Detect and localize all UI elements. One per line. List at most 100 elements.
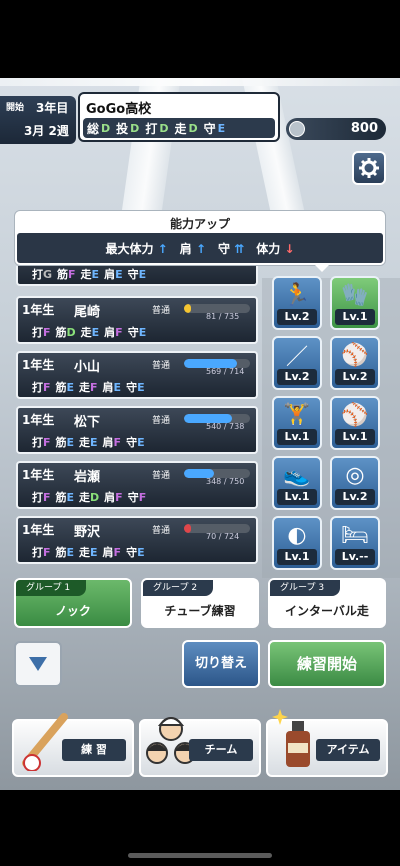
stat-value: E <box>137 436 145 449</box>
practice-button[interactable]: 👟 Lv.1 <box>272 456 322 510</box>
stat-value: D <box>159 121 169 135</box>
group-label: ノック <box>55 604 91 618</box>
stat-label: 肩 <box>104 268 116 281</box>
player-stats: 打F 筋E 走E 肩F 守E <box>32 434 150 450</box>
stat-label: 走 <box>79 436 91 449</box>
ability-label: 守 <box>218 241 231 256</box>
stat-value: E <box>91 326 100 339</box>
stamina-text: 540 / 738 <box>206 422 245 431</box>
ability-title: 能力アップ <box>169 217 230 231</box>
stat-label: 打 <box>32 546 43 559</box>
player-name: 小山 <box>74 360 101 375</box>
stat-label: 守 <box>126 381 138 394</box>
player-stats: 打G 筋F 走E 肩E 守E <box>32 266 151 282</box>
ability-up-tooltip: 能力アップ 最大体力 ↑ 肩 ↑ 守 ⇈ 体力 ↓ <box>14 210 386 266</box>
stat-label: 打 <box>32 436 43 449</box>
player-card[interactable]: 1年生 小山 普通 569 / 714 打F 筋E 走F 肩E 守E <box>16 351 258 399</box>
stat-label: 守 <box>127 268 139 281</box>
player-condition: 普通 <box>152 306 171 316</box>
player-roster[interactable]: 打G 筋F 走E 肩E 守E 1年生 尾崎 普通 81 / 735 打F 筋D 走E 肩F 守E… <box>12 266 262 566</box>
ability-item: 守 ⇈ <box>218 240 244 257</box>
player-card[interactable]: 1年生 松下 普通 540 / 738 打F 筋E 走E 肩F 守E <box>16 406 258 454</box>
gear-icon <box>359 158 379 178</box>
practice-button[interactable]: ／ Lv.2 <box>272 336 322 390</box>
stamina-bar-fill <box>184 304 192 313</box>
stamina-text: 348 / 750 <box>206 477 245 486</box>
practice-level: Lv.2 <box>277 309 317 325</box>
player-grade: 1年生 <box>22 523 55 537</box>
practice-button[interactable]: ◐ Lv.1 <box>272 516 322 570</box>
stat-value: D <box>188 121 198 135</box>
ceiling-strip <box>0 78 400 86</box>
player-condition: 普通 <box>152 361 171 371</box>
stat-value: F <box>113 546 122 559</box>
group-tag: グループ 3 <box>270 580 340 596</box>
player-grade: 1年生 <box>22 303 55 317</box>
stat-label: 走 <box>79 381 91 394</box>
group-3-button[interactable]: グループ 3 インターバル走 <box>268 578 386 628</box>
stat-label: 打 <box>32 381 43 394</box>
practice-button[interactable]: ⚾ Lv.2 <box>330 336 380 390</box>
stat-label: 筋 <box>55 491 67 504</box>
group-2-button[interactable]: グループ 2 チューブ練習 <box>141 578 259 628</box>
player-card[interactable]: 1年生 岩瀬 普通 348 / 750 打F 筋E 走D 肩F 守F <box>16 461 258 509</box>
group-1-button[interactable]: グループ 1 ノック <box>14 578 132 628</box>
group-tag: グループ 1 <box>16 580 86 596</box>
practice-button[interactable]: 🏃 Lv.2 <box>272 276 322 330</box>
stamina-text: 81 / 735 <box>206 312 240 321</box>
stat-value: E <box>217 121 226 135</box>
stat-label: 筋 <box>55 326 67 339</box>
stat-value: E <box>113 381 122 394</box>
stat-label: 打 <box>32 491 43 504</box>
double-arrow-up-icon: ⇈ <box>234 241 245 256</box>
practice-level: Lv.2 <box>277 369 317 385</box>
school-stats: 総D 投D 打D 走D 守E <box>83 118 275 138</box>
arrow-down-icon: ↓ <box>284 241 295 256</box>
stat-label: 走 <box>80 268 92 281</box>
coin-value: 800 <box>350 121 378 136</box>
ability-item: 肩 ↑ <box>180 240 206 257</box>
player-card[interactable]: 1年生 野沢 普通 70 / 724 打F 筋E 走E 肩F 守E <box>16 516 258 564</box>
stat-value: D <box>101 121 111 135</box>
menu-item-button[interactable]: アイテム <box>266 709 388 777</box>
coin-counter: 800 <box>286 118 386 140</box>
switch-button[interactable]: 切り替え <box>182 640 260 688</box>
menu-practice-button[interactable]: 練 習 <box>12 713 134 777</box>
practice-button[interactable]: 🛏 Lv.-- <box>330 516 380 570</box>
school-panel[interactable]: GoGo高校 総D 投D 打D 走D 守E <box>78 92 280 142</box>
practice-level: Lv.1 <box>277 549 317 565</box>
player-card-partial[interactable]: 打G 筋F 走E 肩E 守E <box>16 266 258 286</box>
practice-button[interactable]: 🏋 Lv.1 <box>272 396 322 450</box>
settings-button[interactable] <box>352 151 386 185</box>
stat-value: F <box>138 491 147 504</box>
practice-button[interactable]: ⚾ Lv.1 <box>330 396 380 450</box>
ability-label: 最大体力 <box>105 241 154 256</box>
stat-label: 守 <box>126 436 138 449</box>
stamina-text: 569 / 714 <box>206 367 245 376</box>
group-tag: グループ 2 <box>143 580 213 596</box>
player-condition: 普通 <box>152 416 171 426</box>
ability-label: 体力 <box>256 241 281 256</box>
stat-label: 筋 <box>55 546 67 559</box>
menu-team-button[interactable]: チーム <box>139 717 261 777</box>
start-practice-button[interactable]: 練習開始 <box>268 640 386 688</box>
stat-value: E <box>66 381 75 394</box>
stat-value: E <box>66 491 75 504</box>
practice-level: Lv.1 <box>335 309 375 325</box>
stat-value: F <box>90 381 98 394</box>
player-grade: 1年生 <box>22 468 55 482</box>
cleat-icon: 👟 <box>283 462 311 488</box>
stat-label: 筋 <box>55 436 67 449</box>
player-card[interactable]: 1年生 尾崎 普通 81 / 735 打F 筋D 走E 肩F 守E <box>16 296 258 344</box>
ability-item: 体力 ↓ <box>256 240 294 257</box>
stat-value: D <box>90 491 100 504</box>
stat-value: F <box>68 268 76 281</box>
practice-button[interactable]: 🧤 Lv.1 <box>330 276 380 330</box>
scroll-down-button[interactable] <box>14 641 62 687</box>
ability-item: 最大体力 ↑ <box>105 240 167 257</box>
stat-label: 走 <box>79 491 91 504</box>
player-name: 松下 <box>74 415 101 430</box>
ability-label: 肩 <box>179 241 192 256</box>
practice-button[interactable]: ◎ Lv.2 <box>330 456 380 510</box>
stat-value: E <box>138 268 147 281</box>
